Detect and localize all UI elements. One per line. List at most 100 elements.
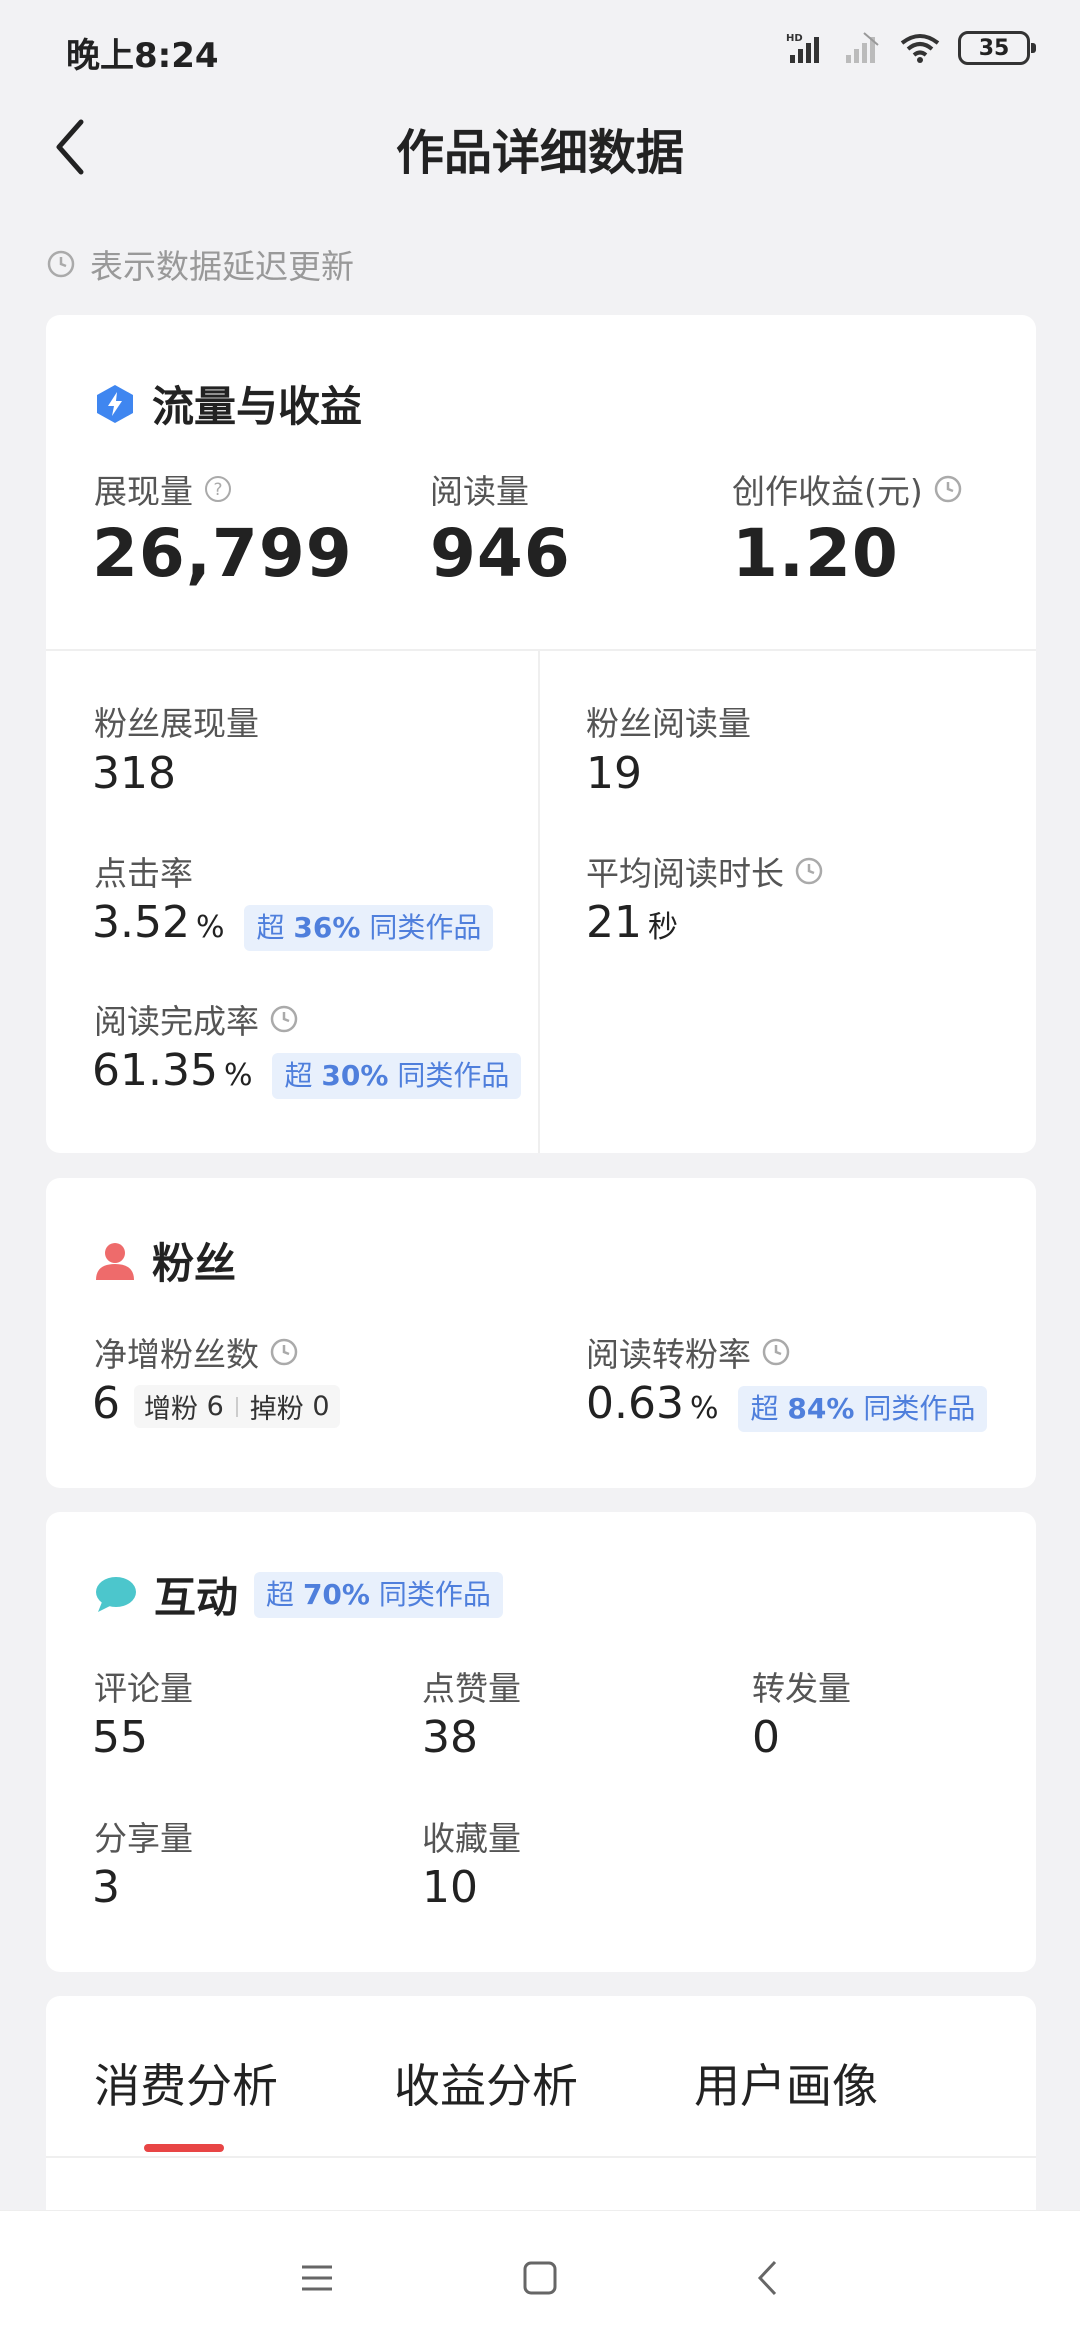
fan-reads-number: 19 [586, 748, 642, 799]
badge-pct: 30% [321, 1059, 389, 1092]
avg-read-time-unit: 秒 [648, 910, 678, 945]
traffic-card: 流量与收益 展现量 ? 26,799 阅读量 946 创作收益(元) 1.20 … [46, 315, 1036, 1153]
traffic-header: 流量与收益 [94, 373, 362, 434]
question-icon[interactable]: ? [203, 474, 233, 504]
fan-impressions-label: 粉丝展现量 [94, 697, 259, 745]
interaction-header: 互动 超 70% 同类作品 [94, 1564, 503, 1625]
page: 晚上8:24 HD 35 作品详细数据 表示数据延迟更新 流量与收益 展现量 ?… [0, 0, 1080, 2340]
shares-label: 分享量 [94, 1812, 193, 1860]
clock-icon [270, 1338, 298, 1366]
badge-pct: 36% [293, 911, 361, 944]
badge-suffix: 同类作品 [369, 911, 482, 944]
avg-read-time-number: 21 [586, 897, 642, 948]
delay-hint-text: 表示数据延迟更新 [90, 247, 354, 286]
conversion-value: 0.63 % 超 84% 同类作品 [586, 1378, 988, 1432]
shares-number: 3 [92, 1862, 120, 1913]
lightning-icon [97, 384, 133, 423]
battery-icon: 35 [958, 31, 1036, 65]
nav-header: 作品详细数据 [0, 95, 1080, 205]
gain-value: 6 [206, 1391, 224, 1422]
ctr-value: 3.52 % 超 36% 同类作品 [92, 897, 494, 951]
ctr-number: 3.52 [92, 897, 190, 948]
badge-prefix: 超 [266, 1577, 295, 1611]
clock-icon [270, 1005, 298, 1033]
gain-label: 增粉 [144, 1394, 198, 1425]
reads-label-text: 阅读量 [430, 472, 529, 511]
chevron-left-icon [757, 2260, 777, 2296]
likes-number: 38 [422, 1712, 478, 1763]
avg-read-time-value: 21 秒 [586, 897, 678, 948]
tab-user-profile[interactable]: 用户画像 [694, 2050, 878, 2116]
conversion-label: 阅读转粉率 [586, 1328, 791, 1376]
comments-label: 评论量 [94, 1662, 193, 1710]
fan-impressions-value: 318 [92, 748, 176, 799]
impressions-label: 展现量 ? [94, 465, 233, 513]
loss-value: 0 [312, 1391, 330, 1422]
status-bar: 晚上8:24 HD 35 [0, 0, 1080, 95]
fan-reads-value: 19 [586, 748, 642, 799]
person-icon [96, 1242, 134, 1280]
badge-prefix: 超 [256, 911, 285, 944]
badge-suffix: 同类作品 [863, 1392, 976, 1425]
menu-button[interactable] [292, 2253, 342, 2303]
fan-reads-label: 粉丝阅读量 [586, 697, 751, 745]
home-button[interactable] [515, 2253, 565, 2303]
badge-prefix: 超 [750, 1392, 779, 1425]
menu-icon [302, 2265, 332, 2291]
favorites-label-text: 收藏量 [422, 1819, 521, 1858]
chat-bubble-icon [96, 1576, 136, 1612]
comments-number: 55 [92, 1712, 148, 1763]
badge-prefix: 超 [284, 1059, 313, 1092]
conversion-number: 0.63 [586, 1378, 684, 1429]
clock-icon [795, 857, 823, 885]
net-gain-value: 6 增粉 6 掉粉 0 [92, 1378, 340, 1429]
delay-hint: 表示数据延迟更新 [46, 240, 354, 288]
status-icons: HD 35 [786, 28, 1036, 68]
favorites-label: 收藏量 [422, 1812, 521, 1860]
shares-label-text: 分享量 [94, 1819, 193, 1858]
divider [235, 1396, 238, 1417]
analysis-tabs: 消费分析 收益分析 用户画像 [46, 1996, 1036, 2158]
completion-unit: % [223, 1058, 253, 1093]
favorites-number: 10 [422, 1862, 478, 1913]
fan-reads-label-text: 粉丝阅读量 [586, 704, 751, 743]
wifi-icon [898, 31, 942, 65]
likes-label-text: 点赞量 [422, 1669, 521, 1708]
page-title: 作品详细数据 [395, 125, 684, 181]
earnings-label: 创作收益(元) [732, 465, 963, 513]
avg-read-time-label-text: 平均阅读时长 [586, 854, 784, 893]
signal-empty-icon [842, 31, 882, 65]
gain-loss-detail: 增粉 6 掉粉 0 [134, 1385, 340, 1428]
svg-text:?: ? [213, 480, 222, 500]
ctr-label: 点击率 [94, 847, 193, 895]
clock-icon [762, 1338, 790, 1366]
fan-impressions-number: 318 [92, 748, 176, 799]
shares-value: 3 [92, 1862, 120, 1913]
conversion-unit: % [689, 1391, 719, 1426]
tab-consumption[interactable]: 消费分析 [94, 2050, 278, 2116]
completion-badge: 超 30% 同类作品 [272, 1053, 522, 1099]
tab-earnings[interactable]: 收益分析 [394, 2050, 578, 2116]
reads-label: 阅读量 [430, 465, 529, 513]
ctr-unit: % [195, 910, 225, 945]
favorites-value: 10 [422, 1862, 478, 1913]
net-gain-label: 净增粉丝数 [94, 1328, 299, 1376]
badge-suffix: 同类作品 [397, 1059, 510, 1092]
system-nav-bar [0, 2210, 1080, 2340]
interaction-title: 互动 [154, 1573, 239, 1622]
completion-label-text: 阅读完成率 [94, 1002, 259, 1041]
net-gain-number: 6 [92, 1378, 120, 1429]
ctr-badge: 超 36% 同类作品 [244, 905, 494, 951]
impressions-label-text: 展现量 [94, 472, 193, 511]
system-back-button[interactable] [742, 2253, 792, 2303]
ctr-label-text: 点击率 [94, 854, 193, 893]
clock-icon [934, 475, 961, 503]
interaction-badge: 超 70% 同类作品 [254, 1571, 503, 1618]
square-icon [523, 2261, 557, 2295]
clock-icon [47, 250, 75, 278]
fan-impressions-label-text: 粉丝展现量 [94, 704, 259, 743]
completion-label: 阅读完成率 [94, 995, 299, 1043]
divider [46, 2156, 1036, 2158]
traffic-title: 流量与收益 [152, 382, 363, 431]
conversion-badge: 超 84% 同类作品 [738, 1386, 988, 1432]
